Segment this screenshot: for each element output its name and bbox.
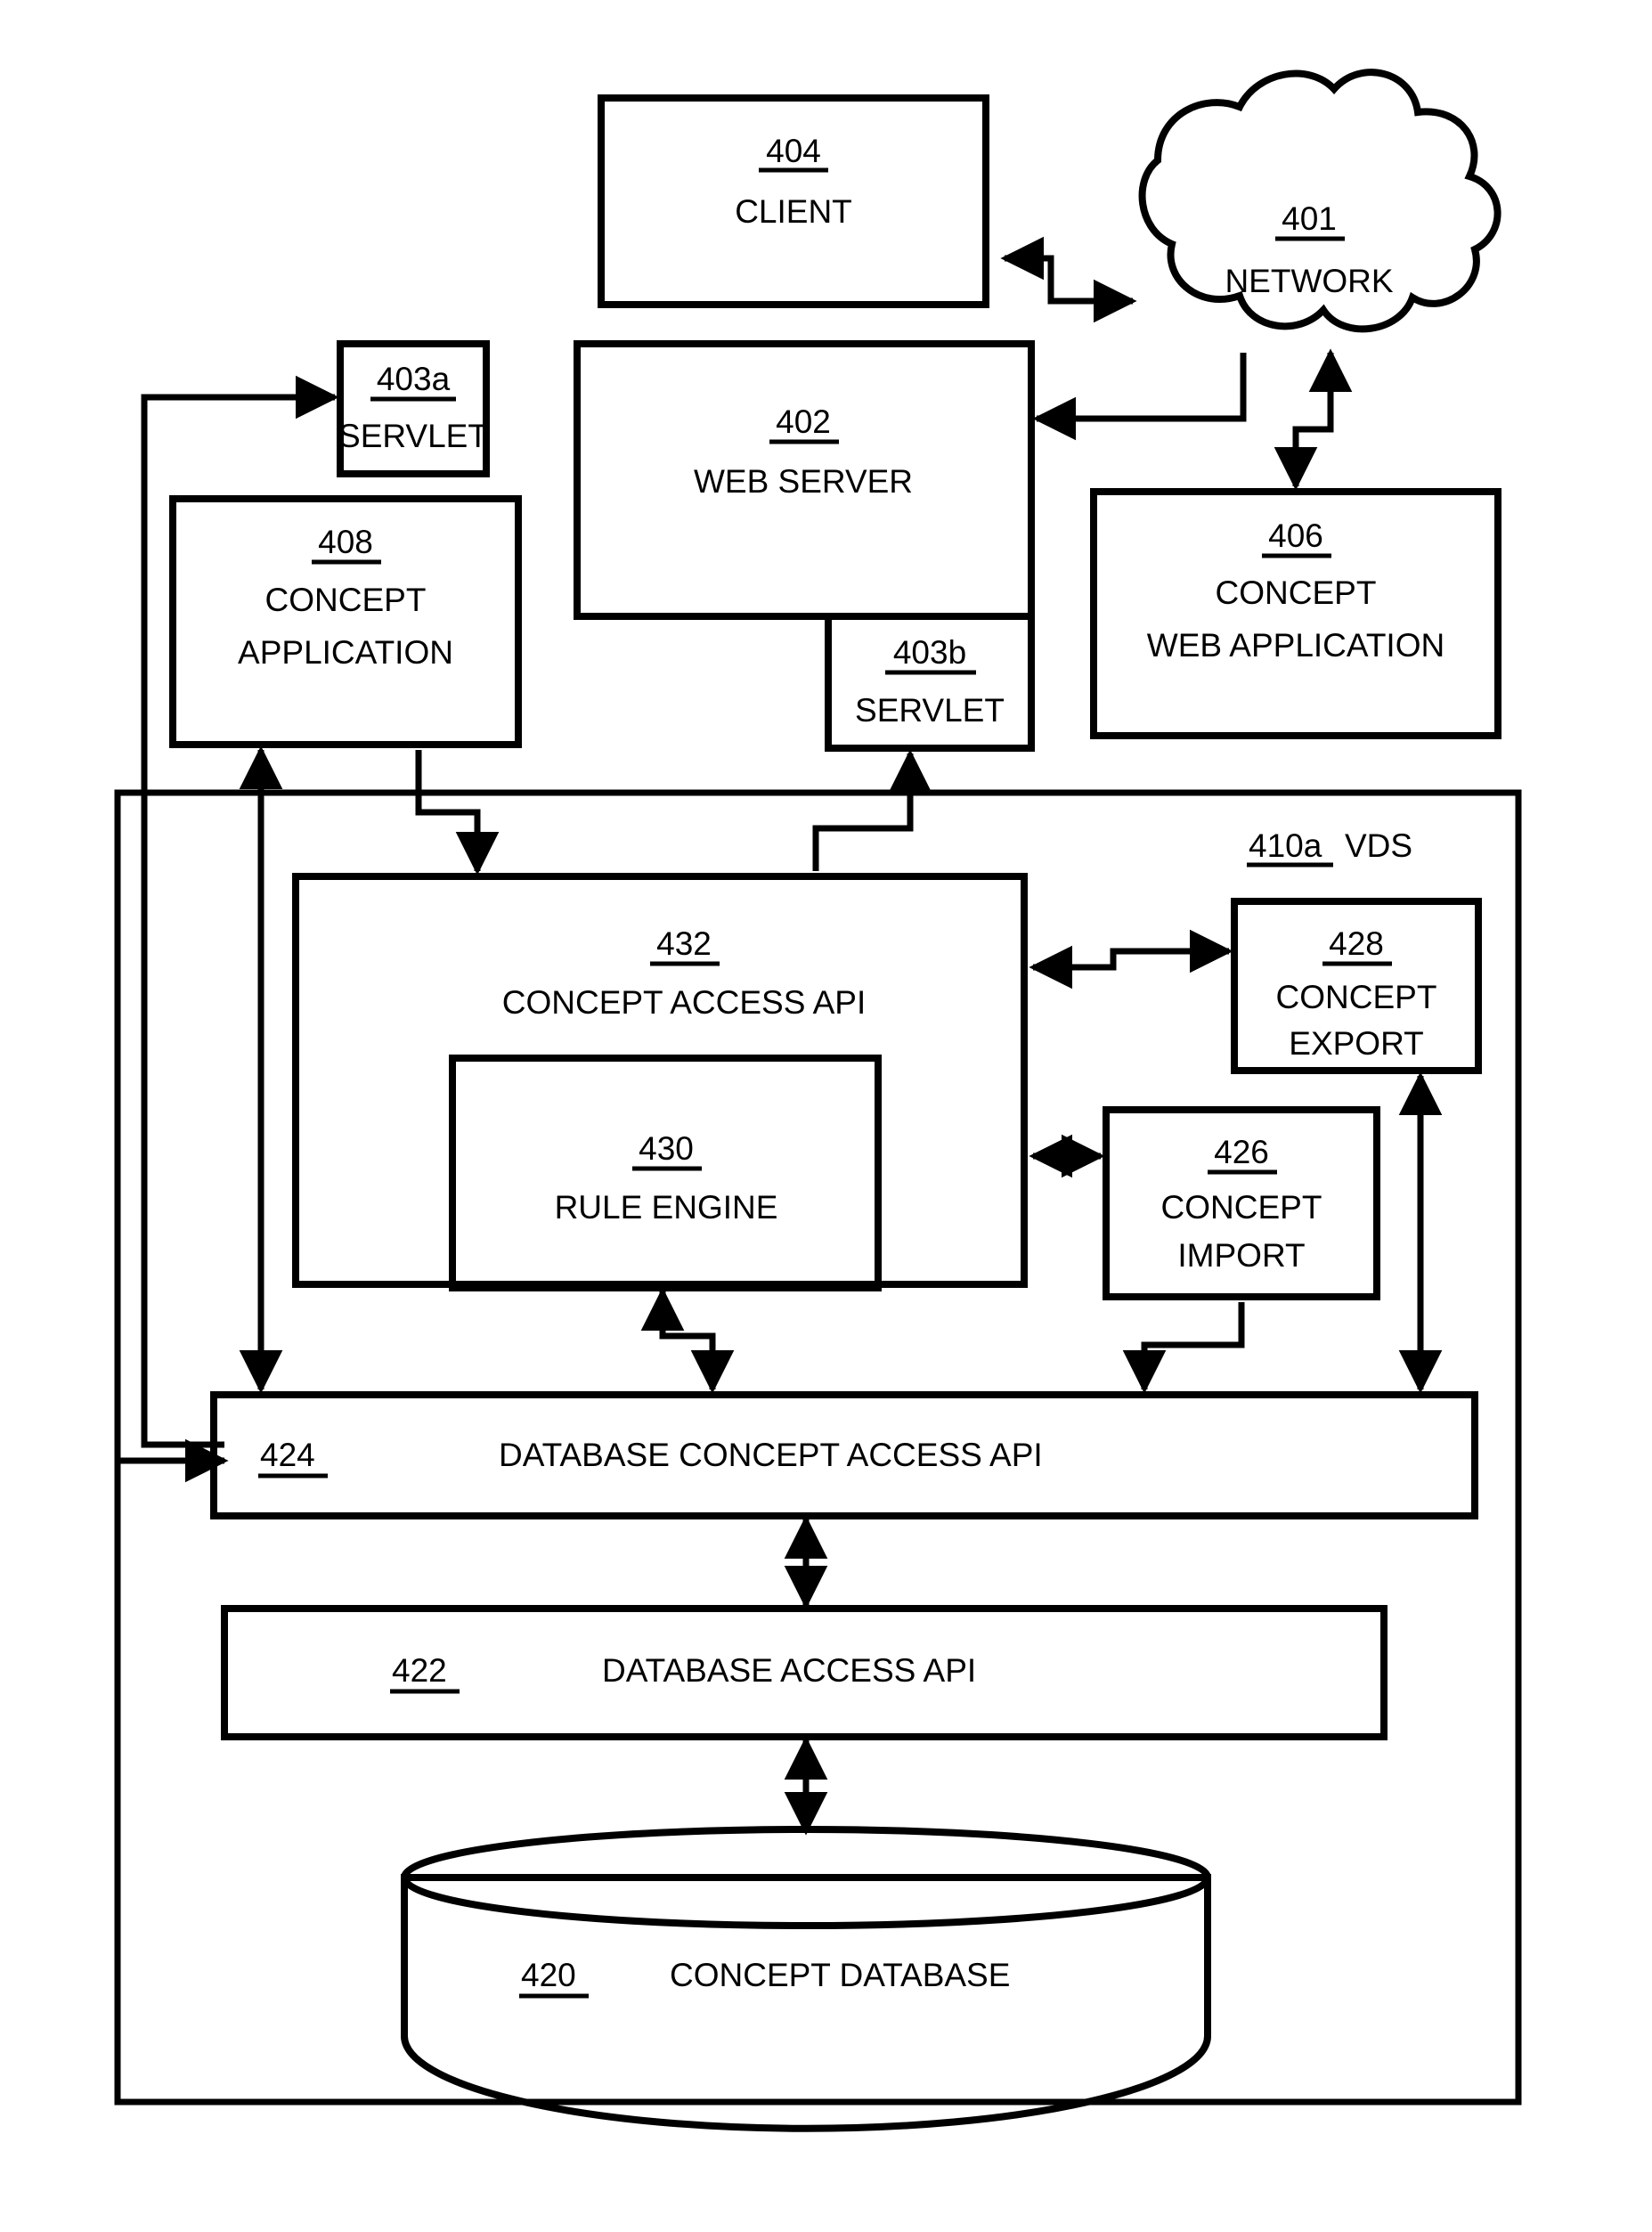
- concept-import-ref: 426: [1214, 1134, 1269, 1170]
- concept-export-label: 428 CONCEPT EXPORT: [1276, 925, 1437, 1062]
- concept-access-api-label: 432 CONCEPT ACCESS API: [502, 925, 867, 1021]
- figure-canvas: 410a VDS 404 CLIENT 401 NETWORK 403a SER…: [0, 0, 1652, 2232]
- concept-export-ref: 428: [1329, 925, 1384, 962]
- concept-access-api-label-text: CONCEPT ACCESS API: [502, 984, 867, 1021]
- web-server-ref: 402: [776, 403, 831, 440]
- network-ref: 401: [1282, 200, 1337, 237]
- connector-conceptapp-432: [415, 750, 500, 876]
- servlet-a-label: 403a SERVLET: [338, 361, 488, 454]
- servlet-b-label-text: SERVLET: [855, 692, 1005, 729]
- rule-engine-label: 430 RULE ENGINE: [555, 1130, 778, 1226]
- concept-import-line2: IMPORT: [1177, 1237, 1305, 1274]
- database-access-api-label: 422 DATABASE ACCESS API: [390, 1652, 976, 1694]
- rule-engine-box: [449, 1055, 882, 1291]
- connector-conceptimport-424: [1122, 1302, 1245, 1394]
- connector-servletb-432: [812, 749, 932, 871]
- connector-network-webserver: [1032, 353, 1247, 441]
- concept-application-ref: 408: [318, 524, 373, 560]
- concept-web-application-line1: CONCEPT: [1216, 574, 1377, 611]
- concept-export-line2: EXPORT: [1289, 1025, 1423, 1062]
- vds-ref: 410a: [1249, 827, 1322, 864]
- concept-application-line1: CONCEPT: [265, 582, 427, 618]
- connector-ruleengine-424: [640, 1287, 735, 1394]
- connector-left-bus-into-424: [114, 793, 229, 1483]
- servlet-a-ref: 403a: [377, 361, 451, 397]
- database-concept-access-api-label: 424 DATABASE CONCEPT ACCESS API: [258, 1437, 1043, 1478]
- concept-export-line1: CONCEPT: [1276, 979, 1437, 1015]
- servlet-a-label-text: SERVLET: [338, 418, 488, 454]
- web-server-label: 402 WEB SERVER: [694, 403, 913, 500]
- concept-web-application-label: 406 CONCEPT WEB APPLICATION: [1147, 517, 1444, 664]
- concept-database-label-text: CONCEPT DATABASE: [670, 1957, 1010, 1993]
- vds-label: 410a VDS: [1247, 827, 1412, 868]
- patent-diagram: 410a VDS 404 CLIENT 401 NETWORK 403a SER…: [114, 69, 1522, 2132]
- concept-access-api-ref: 432: [656, 925, 712, 962]
- network-label: 401 NETWORK: [1225, 200, 1393, 299]
- client-ref: 404: [766, 133, 821, 169]
- servlet-b-ref: 403b: [893, 634, 966, 671]
- connector-432-428: [1029, 929, 1233, 990]
- concept-database-ref: 420: [521, 1957, 576, 1993]
- connector-network-conceptwebapp: [1274, 348, 1353, 491]
- client-label: 404 CLIENT: [735, 133, 852, 230]
- web-server-label-text: WEB SERVER: [694, 463, 913, 500]
- servlet-b-label: 403b SERVLET: [855, 634, 1005, 729]
- connector-client-network: [1000, 236, 1137, 323]
- vds-label-text: VDS: [1345, 827, 1412, 864]
- database-concept-access-api-ref: 424: [260, 1437, 315, 1473]
- concept-web-application-line2: WEB APPLICATION: [1147, 627, 1444, 664]
- database-access-api-label-text: DATABASE ACCESS API: [602, 1652, 976, 1689]
- concept-web-application-ref: 406: [1268, 517, 1323, 554]
- rule-engine-ref: 430: [639, 1130, 694, 1167]
- client-label-text: CLIENT: [735, 193, 852, 230]
- database-concept-access-api-label-text: DATABASE CONCEPT ACCESS API: [499, 1437, 1043, 1473]
- concept-application-label: 408 CONCEPT APPLICATION: [238, 524, 453, 671]
- network-label-text: NETWORK: [1225, 263, 1393, 299]
- concept-database-label: 420 CONCEPT DATABASE: [519, 1957, 1010, 1999]
- database-access-api-ref: 422: [392, 1652, 447, 1689]
- concept-import-label: 426 CONCEPT IMPORT: [1161, 1134, 1322, 1274]
- concept-import-line1: CONCEPT: [1161, 1189, 1322, 1226]
- rule-engine-label-text: RULE ENGINE: [555, 1189, 778, 1226]
- concept-application-line2: APPLICATION: [238, 634, 453, 671]
